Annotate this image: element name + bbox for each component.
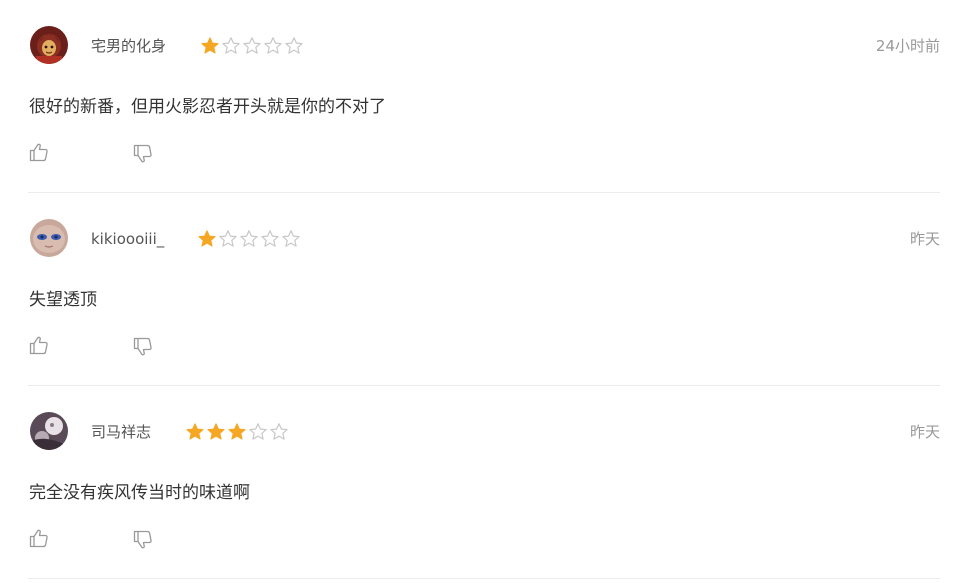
avatar[interactable]: [30, 219, 68, 257]
avatar[interactable]: [30, 26, 68, 64]
comment-text: 失望透顶: [29, 290, 97, 310]
timestamp: 昨天: [909, 230, 940, 248]
timestamp: 24小时前: [875, 37, 940, 55]
thumbs-up-icon[interactable]: [28, 141, 50, 163]
thumbs-up-icon[interactable]: [28, 527, 50, 549]
avatar[interactable]: [30, 412, 68, 450]
thumbs-down-icon[interactable]: [132, 336, 154, 358]
star-empty-icon: [240, 230, 258, 247]
thumbs-down-icon[interactable]: [132, 143, 154, 165]
comment-text: 很好的新番，但用火影忍者开头就是你的不对了: [29, 97, 386, 117]
star-rating: [197, 229, 301, 249]
comment-item: 宅男的化身 24小时前 很好的新番，但用火影忍者开头就是你的不对了: [28, 0, 940, 193]
comment-list: 宅男的化身 24小时前 很好的新番，但用火影忍者开头就是你的不对了 kikioo…: [28, 0, 940, 579]
star-empty-icon: [261, 230, 279, 247]
username[interactable]: 司马祥志: [91, 422, 151, 442]
username[interactable]: kikioooiii_: [91, 229, 164, 249]
star-empty-icon: [249, 423, 267, 440]
star-empty-icon: [264, 37, 282, 54]
star-filled-icon: [201, 37, 219, 54]
star-filled-icon: [186, 423, 204, 440]
comment-item: 司马祥志 昨天 完全没有疾风传当时的味道啊: [28, 386, 940, 579]
star-empty-icon: [219, 230, 237, 247]
thumbs-up-icon[interactable]: [28, 334, 50, 356]
star-rating: [200, 36, 304, 56]
star-empty-icon: [285, 37, 303, 54]
comment-text: 完全没有疾风传当时的味道啊: [29, 483, 250, 503]
star-empty-icon: [222, 37, 240, 54]
comment-item: kikioooiii_ 昨天 失望透顶: [28, 193, 940, 386]
star-filled-icon: [207, 423, 225, 440]
star-empty-icon: [270, 423, 288, 440]
star-filled-icon: [228, 423, 246, 440]
thumbs-down-icon[interactable]: [132, 529, 154, 551]
star-empty-icon: [243, 37, 261, 54]
username[interactable]: 宅男的化身: [91, 36, 166, 56]
star-empty-icon: [282, 230, 300, 247]
star-rating: [185, 422, 289, 442]
star-filled-icon: [198, 230, 216, 247]
timestamp: 昨天: [909, 423, 940, 441]
